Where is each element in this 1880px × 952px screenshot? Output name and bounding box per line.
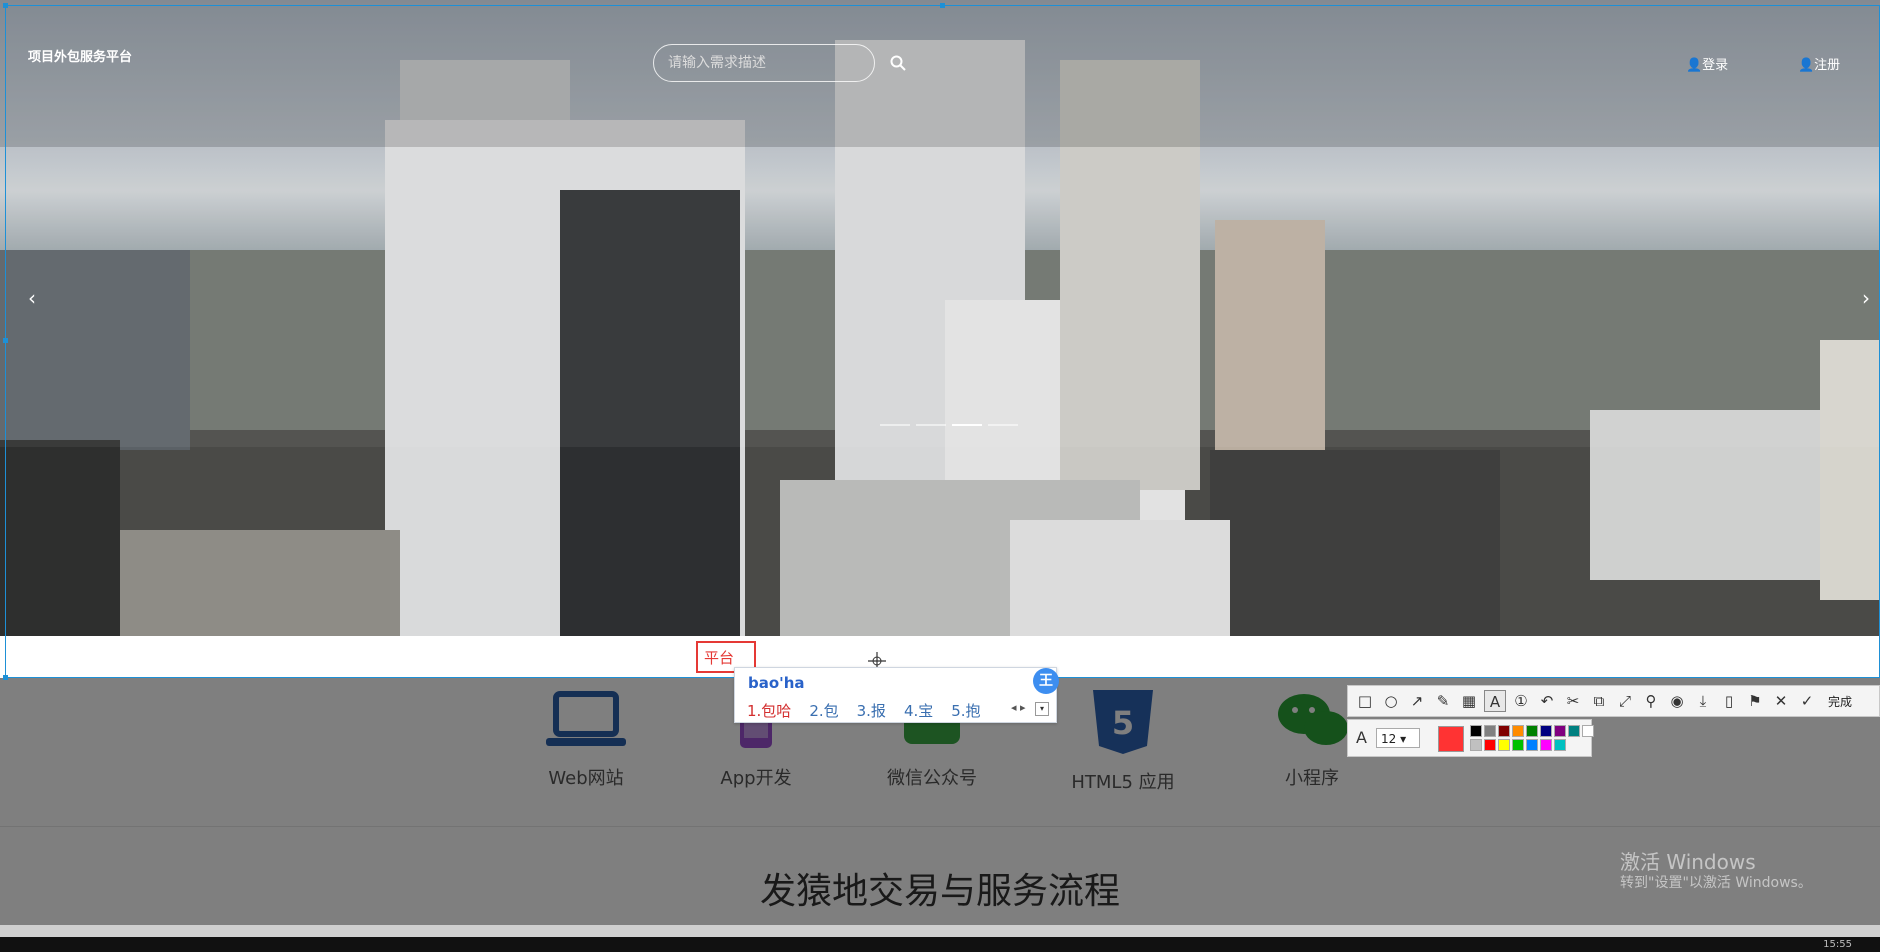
activation-watermark-subtitle: 转到"设置"以激活 Windows。 <box>1620 875 1812 891</box>
top-navigation-bar <box>0 0 1880 147</box>
font-icon: A <box>1356 728 1367 747</box>
ime-logo-icon[interactable]: 王 <box>1033 668 1059 694</box>
mosaic-tool-icon[interactable]: ▦ <box>1458 690 1480 712</box>
selection-handle[interactable] <box>3 338 8 343</box>
ime-page-arrows-icon[interactable]: ◂ ▸ <box>1011 701 1026 714</box>
color-swatch[interactable] <box>1498 725 1510 737</box>
ime-candidate[interactable]: 1.包哈 <box>747 700 791 721</box>
taskbar-clock: 15:55 <box>1823 939 1852 950</box>
carousel-next-arrow[interactable]: › <box>1862 286 1870 310</box>
carousel-indicator[interactable] <box>880 424 910 426</box>
color-swatch[interactable] <box>1484 739 1496 751</box>
hero-overlay-band <box>0 147 1880 447</box>
color-swatch[interactable] <box>1470 725 1482 737</box>
pen-tool-icon[interactable]: ✎ <box>1432 690 1454 712</box>
carousel-prev-arrow[interactable]: ‹ <box>28 286 36 310</box>
current-color-swatch[interactable] <box>1438 726 1464 752</box>
download-icon[interactable]: ⤓ <box>1692 690 1714 712</box>
color-swatch[interactable] <box>1554 725 1566 737</box>
color-swatch[interactable] <box>1512 725 1524 737</box>
horizontal-scrollbar[interactable] <box>0 925 1880 937</box>
color-swatch[interactable] <box>1484 725 1496 737</box>
selection-handle[interactable] <box>3 3 8 8</box>
arrow-tool-icon[interactable]: ↗ <box>1406 690 1428 712</box>
color-swatch[interactable] <box>1568 725 1580 737</box>
font-size-value: 12 <box>1381 732 1397 746</box>
close-icon[interactable]: ✕ <box>1770 690 1792 712</box>
ime-composition-text: bao'ha <box>748 674 805 692</box>
color-swatch[interactable] <box>1582 725 1594 737</box>
selection-handle[interactable] <box>940 3 945 8</box>
hero-carousel: 项目外包服务平台 👤登录 👤注册 ‹ › <box>0 0 1880 636</box>
ime-candidates: 1.包哈 2.包 3.报 4.宝 5.抱 <box>747 700 981 721</box>
done-button[interactable]: 完成 <box>1828 693 1852 710</box>
screenshot-toolbar: □ ○ ↗ ✎ ▦ A ① ↶ ✂ ⧉ ⤢ ⚲ ◉ ⤓ ▯ ⚑ ✕ ✓ 完成 <box>1347 685 1880 717</box>
phone-icon[interactable]: ▯ <box>1718 690 1740 712</box>
carousel-indicators <box>880 424 1018 426</box>
login-link[interactable]: 👤登录 <box>1686 54 1728 73</box>
record-icon[interactable]: ◉ <box>1666 690 1688 712</box>
screenshot-expand-icon[interactable]: ⤢ <box>1614 690 1636 712</box>
undo-icon[interactable]: ↶ <box>1536 690 1558 712</box>
carousel-indicator-active[interactable] <box>952 424 982 426</box>
color-swatch[interactable] <box>1540 725 1552 737</box>
ime-candidate[interactable]: 4.宝 <box>904 700 933 721</box>
ime-expand-icon[interactable]: ▾ <box>1035 702 1049 716</box>
color-palette <box>1470 725 1594 751</box>
register-link[interactable]: 👤注册 <box>1798 54 1840 73</box>
search-input[interactable] <box>653 44 875 82</box>
ime-candidate-popup: bao'ha 王 1.包哈 2.包 3.报 4.宝 5.抱 ◂ ▸ ▾ <box>734 667 1059 723</box>
text-style-toolbar: A 12 ▾ <box>1347 719 1594 757</box>
text-tool-icon[interactable]: A <box>1484 690 1506 712</box>
number-tool-icon[interactable]: ① <box>1510 690 1532 712</box>
activation-watermark-title: 激活 Windows <box>1620 850 1756 874</box>
color-swatch[interactable] <box>1498 739 1510 751</box>
color-swatch[interactable] <box>1540 739 1552 751</box>
translate-icon[interactable]: ⧉ <box>1588 690 1610 712</box>
carousel-indicator[interactable] <box>916 424 946 426</box>
ime-candidate[interactable]: 3.报 <box>857 700 886 721</box>
pin-icon[interactable]: ⚲ <box>1640 690 1662 712</box>
check-icon[interactable]: ✓ <box>1796 690 1818 712</box>
color-swatch[interactable] <box>1526 725 1538 737</box>
windows-taskbar <box>0 937 1880 952</box>
scissors-icon[interactable]: ✂ <box>1562 690 1584 712</box>
ellipse-tool-icon[interactable]: ○ <box>1380 690 1402 712</box>
ime-candidate[interactable]: 5.抱 <box>951 700 980 721</box>
ime-candidate[interactable]: 2.包 <box>809 700 838 721</box>
site-brand[interactable]: 项目外包服务平台 <box>28 46 132 65</box>
carousel-indicator[interactable] <box>988 424 1018 426</box>
color-swatch[interactable] <box>1512 739 1524 751</box>
font-size-select[interactable]: 12 ▾ <box>1376 728 1420 748</box>
bookmark-icon[interactable]: ⚑ <box>1744 690 1766 712</box>
color-swatch[interactable] <box>1554 739 1566 751</box>
selection-handle[interactable] <box>3 675 8 680</box>
rectangle-tool-icon[interactable]: □ <box>1354 690 1376 712</box>
color-swatch[interactable] <box>1470 739 1482 751</box>
search-icon[interactable] <box>890 55 906 71</box>
color-swatch[interactable] <box>1526 739 1538 751</box>
